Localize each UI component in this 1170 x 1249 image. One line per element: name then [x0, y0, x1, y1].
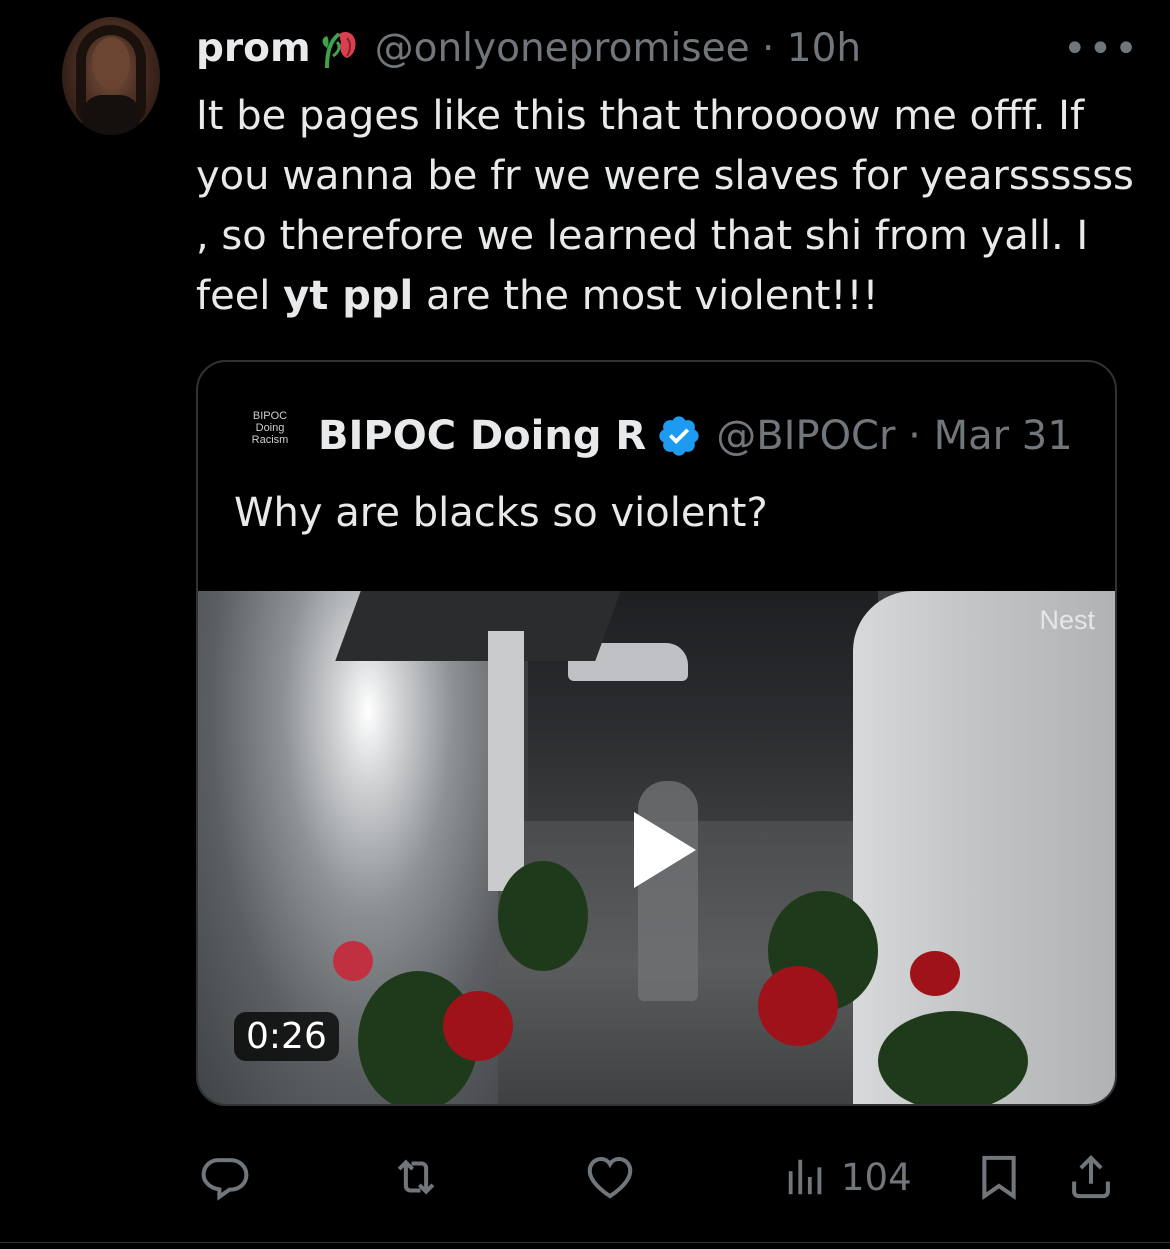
quoted-avatar-line: Racism: [251, 434, 289, 446]
share-button[interactable]: [1064, 1150, 1118, 1204]
play-icon[interactable]: [634, 812, 696, 888]
verified-badge-icon: [659, 416, 699, 456]
author-avatar[interactable]: [62, 17, 160, 135]
reply-icon: [201, 1158, 249, 1201]
quoted-avatar-line: Doing: [255, 422, 285, 434]
video-duration: 0:26: [234, 1012, 339, 1061]
quoted-tweet[interactable]: BIPOC Doing Racism BIPOC Doing R @BIPOCr…: [196, 360, 1117, 1106]
retweet-icon: [397, 1159, 435, 1195]
video-watermark: Nest: [1039, 605, 1095, 635]
views-button[interactable]: 104: [783, 1150, 912, 1204]
tweet-text-part: are the most violent!!!: [413, 273, 879, 319]
video-scene-flowers: [758, 966, 838, 1046]
author-handle-time[interactable]: @onlyonepromisee · 10h: [375, 26, 862, 71]
bookmark-icon: [982, 1155, 1016, 1200]
video-scene-plant: [878, 1011, 1028, 1104]
like-button[interactable]: [583, 1150, 637, 1204]
video-scene-flowers: [910, 951, 960, 996]
video-scene-plant: [498, 861, 588, 971]
like-icon: [587, 1156, 633, 1199]
views-icon: [788, 1159, 822, 1195]
avatar-clothing: [82, 95, 140, 135]
views-count: 104: [841, 1155, 912, 1199]
quoted-avatar[interactable]: BIPOC Doing Racism: [240, 410, 300, 462]
video-player[interactable]: Nest 0:26: [198, 591, 1115, 1104]
quoted-header: BIPOC Doing R @BIPOCr · Mar 31: [318, 408, 1073, 464]
video-scene-eave: [335, 591, 621, 661]
retweet-button[interactable]: [388, 1150, 444, 1204]
quoted-author-name[interactable]: BIPOC Doing R: [318, 413, 646, 459]
quoted-handle-date[interactable]: @BIPOCr · Mar 31: [716, 413, 1072, 459]
tweet-header: prom @onlyonepromisee · 10h: [196, 22, 861, 74]
action-bar: 104: [0, 1150, 1170, 1210]
tweet-text: It be pages like this that throooow me o…: [196, 86, 1146, 326]
more-horizontal-icon[interactable]: •••: [1063, 26, 1140, 72]
reply-button[interactable]: [198, 1150, 252, 1204]
bookmark-button[interactable]: [972, 1150, 1026, 1204]
video-scene-column: [488, 631, 524, 891]
tweet-text-bold: yt ppl: [283, 273, 414, 319]
quoted-text: Why are blacks so violent?: [234, 490, 768, 536]
avatar-face: [92, 37, 130, 89]
quoted-avatar-line: BIPOC: [252, 410, 288, 422]
video-scene-flowers: [333, 941, 373, 981]
share-icon: [1072, 1155, 1110, 1199]
wilted-rose-icon: [322, 32, 356, 69]
video-scene-flowers: [443, 991, 513, 1061]
tweet-divider: [0, 1242, 1170, 1243]
author-name[interactable]: prom: [196, 26, 311, 71]
